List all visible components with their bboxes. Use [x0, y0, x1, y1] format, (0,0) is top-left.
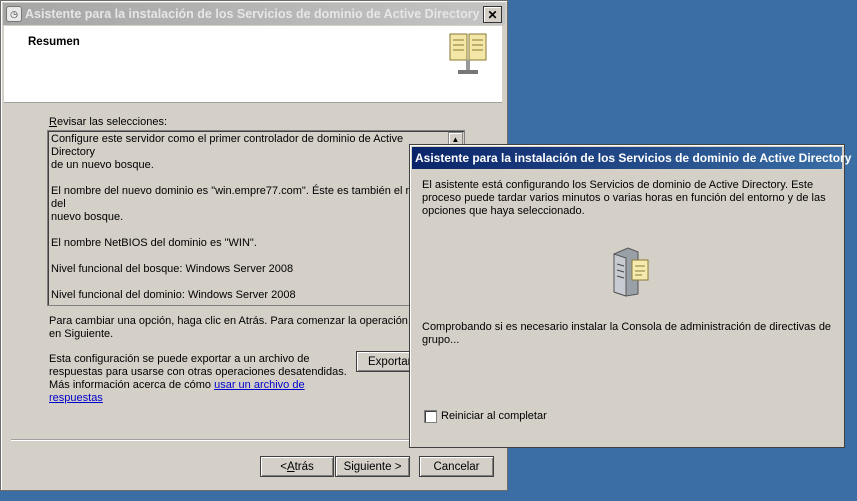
progress-message-line-3: opciones que haya seleccionado. — [422, 205, 585, 217]
progress-dialog: Asistente para la instalación de los Ser… — [409, 144, 851, 448]
reboot-checkbox-label[interactable]: Reiniciar al completar — [441, 410, 547, 423]
change-instructions: Para cambiar una opción, haga clic en At… — [49, 315, 457, 341]
wizard-app-icon: ◷ — [6, 6, 22, 22]
summary-line: El nombre del nuevo dominio es "win.empr… — [51, 185, 443, 210]
progress-status-line-2: grupo... — [422, 334, 460, 346]
summary-line — [51, 224, 446, 237]
close-icon[interactable]: ✕ — [483, 6, 502, 23]
progress-message: El asistente está configurando los Servi… — [422, 179, 826, 218]
book-icon — [449, 33, 487, 74]
summary-line — [51, 172, 446, 185]
summary-line: El nombre NetBIOS del dominio es "WIN". — [51, 237, 257, 249]
summary-lines: Configure este servidor como el primer c… — [51, 133, 446, 305]
progress-title: Asistente para la instalación de los Ser… — [415, 151, 852, 165]
summary-line: Nivel funcional del bosque: Windows Serv… — [51, 263, 294, 275]
change-line-1: Para cambiar una opción, haga clic en At… — [49, 315, 458, 327]
answer-file-link[interactable]: usar un archivo de — [214, 379, 305, 391]
page-title: Resumen — [28, 36, 80, 48]
summary-line: Configure este servidor como el primer c… — [51, 133, 407, 158]
next-button[interactable]: Siguiente > — [335, 456, 410, 477]
progress-status: Comprobando si es necesario instalar la … — [422, 321, 831, 347]
progress-message-line-1: El asistente está configurando los Servi… — [422, 179, 814, 191]
cancel-button[interactable]: Cancelar — [419, 456, 494, 477]
server-icon — [613, 247, 649, 297]
summary-line: de un nuevo bosque. — [51, 159, 154, 171]
answer-file-link-cont[interactable]: respuestas — [49, 392, 103, 404]
export-line-1: Esta configuración se puede exportar a u… — [49, 353, 310, 365]
back-button[interactable]: < Atrás — [260, 456, 334, 477]
export-info: Esta configuración se puede exportar a u… — [49, 353, 347, 405]
change-line-2: en Siguiente. — [49, 328, 114, 340]
summary-line: Nivel funcional del dominio: Windows Ser… — [51, 289, 296, 301]
progress-message-line-2: proceso puede tardar varios minutos o va… — [422, 192, 826, 204]
wizard-titlebar[interactable]: ◷ Asistente para la instalación de los S… — [3, 3, 505, 25]
review-label: Revisar las selecciones: — [49, 116, 168, 128]
wizard-header: Resumen — [4, 26, 502, 103]
export-line-2: respuestas para usarse con otras operaci… — [49, 366, 347, 378]
wizard-title: Asistente para la instalación de los Ser… — [25, 7, 480, 21]
summary-line — [51, 250, 446, 263]
summary-line — [51, 302, 446, 305]
summary-line — [51, 276, 446, 289]
export-line-3: Más información acerca de cómo — [49, 379, 215, 391]
progress-titlebar[interactable]: Asistente para la instalación de los Ser… — [412, 147, 851, 169]
summary-textbox[interactable]: Configure este servidor como el primer c… — [47, 130, 465, 306]
summary-line: nuevo bosque. — [51, 211, 124, 223]
reboot-checkbox[interactable] — [424, 410, 437, 423]
progress-status-line-1: Comprobando si es necesario instalar la … — [422, 321, 832, 333]
